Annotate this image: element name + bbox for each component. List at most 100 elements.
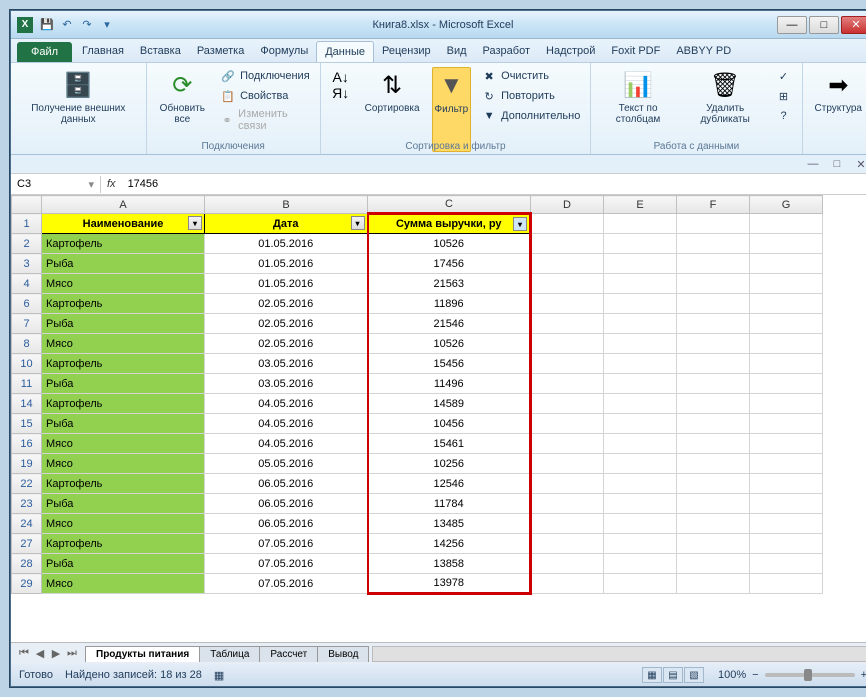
name-box[interactable]: C3 ▾ <box>11 176 101 193</box>
minimize-button[interactable]: — <box>777 16 807 34</box>
file-tab[interactable]: Файл <box>17 42 72 62</box>
header-cell-0[interactable]: Наименование▾ <box>42 214 205 234</box>
prev-sheet-icon[interactable]: ◀ <box>33 647 47 660</box>
cell-a24[interactable]: Мясо <box>42 514 205 534</box>
header-cell-2[interactable]: Сумма выручки, ру▾ <box>368 214 531 234</box>
validation-button[interactable]: ✓ <box>774 67 794 85</box>
connections-button[interactable]: 🔗Подключения <box>218 67 312 85</box>
ribbon-tab-5[interactable]: Рецензир <box>374 41 439 62</box>
redo-icon[interactable]: ↷ <box>79 17 95 33</box>
namebox-dropdown-icon[interactable]: ▾ <box>88 178 94 191</box>
cell-c19[interactable]: 10256 <box>368 454 531 474</box>
edit-links-button[interactable]: ⚭Изменить связи <box>218 107 312 133</box>
cell-b23[interactable]: 06.05.2016 <box>205 494 368 514</box>
ribbon-tab-1[interactable]: Вставка <box>132 41 189 62</box>
ribbon-tab-10[interactable]: ABBYY PD <box>668 41 739 62</box>
cell-a27[interactable]: Картофель <box>42 534 205 554</box>
cell-c6[interactable]: 11896 <box>368 294 531 314</box>
cell-a22[interactable]: Картофель <box>42 474 205 494</box>
cell-a11[interactable]: Рыба <box>42 374 205 394</box>
sort-button[interactable]: ⇅ Сортировка <box>361 67 424 152</box>
cell-b16[interactable]: 04.05.2016 <box>205 434 368 454</box>
cell-a19[interactable]: Мясо <box>42 454 205 474</box>
fx-icon[interactable]: fx <box>107 178 116 190</box>
filter-dropdown-icon[interactable]: ▾ <box>351 216 365 230</box>
cell-b19[interactable]: 05.05.2016 <box>205 454 368 474</box>
filter-dropdown-icon[interactable]: ▾ <box>188 216 202 230</box>
row-header-24[interactable]: 24 <box>12 514 42 534</box>
remove-duplicates-button[interactable]: 🗑 Удалить дубликаты <box>685 67 766 152</box>
ribbon-tab-6[interactable]: Вид <box>439 41 475 62</box>
cell-c24[interactable]: 13485 <box>368 514 531 534</box>
sheet-tab-3[interactable]: Вывод <box>317 646 369 662</box>
row-header-27[interactable]: 27 <box>12 534 42 554</box>
cell-c29[interactable]: 13978 <box>368 574 531 594</box>
properties-button[interactable]: 📋Свойства <box>218 87 312 105</box>
row-header-15[interactable]: 15 <box>12 414 42 434</box>
sheet-tab-2[interactable]: Рассчет <box>259 646 318 662</box>
select-all[interactable] <box>12 196 42 214</box>
cell-b14[interactable]: 04.05.2016 <box>205 394 368 414</box>
zoom-slider[interactable] <box>765 673 855 677</box>
row-header-3[interactable]: 3 <box>12 254 42 274</box>
ribbon-tab-3[interactable]: Формулы <box>252 41 316 62</box>
cell-b11[interactable]: 03.05.2016 <box>205 374 368 394</box>
ribbon-tab-0[interactable]: Главная <box>74 41 132 62</box>
undo-icon[interactable]: ↶ <box>59 17 75 33</box>
horizontal-scrollbar[interactable] <box>372 646 866 662</box>
cell-b28[interactable]: 07.05.2016 <box>205 554 368 574</box>
text-to-columns-button[interactable]: 📊 Текст по столбцам <box>599 67 676 152</box>
cell-a14[interactable]: Картофель <box>42 394 205 414</box>
cell-c10[interactable]: 15456 <box>368 354 531 374</box>
cell-c22[interactable]: 12546 <box>368 474 531 494</box>
pagebreak-view-button[interactable]: ▧ <box>684 667 704 683</box>
header-cell-1[interactable]: Дата▾ <box>205 214 368 234</box>
row-header-8[interactable]: 8 <box>12 334 42 354</box>
last-sheet-icon[interactable]: ⏭ <box>65 647 79 660</box>
refresh-all-button[interactable]: ⟳ Обновить все <box>155 67 211 152</box>
row-header-1[interactable]: 1 <box>12 214 42 234</box>
cell-c16[interactable]: 15461 <box>368 434 531 454</box>
ribbon-tab-2[interactable]: Разметка <box>189 41 253 62</box>
external-data-button[interactable]: 🗄️ Получение внешних данных <box>19 67 138 152</box>
cell-c23[interactable]: 11784 <box>368 494 531 514</box>
cell-c28[interactable]: 13858 <box>368 554 531 574</box>
advanced-filter-button[interactable]: ▼Дополнительно <box>479 107 582 125</box>
cell-c3[interactable]: 17456 <box>368 254 531 274</box>
cell-c7[interactable]: 21546 <box>368 314 531 334</box>
maximize-button[interactable]: □ <box>809 16 839 34</box>
row-header-10[interactable]: 10 <box>12 354 42 374</box>
cell-b29[interactable]: 07.05.2016 <box>205 574 368 594</box>
col-header-D[interactable]: D <box>531 196 604 214</box>
cell-a4[interactable]: Мясо <box>42 274 205 294</box>
cell-a29[interactable]: Мясо <box>42 574 205 594</box>
cell-b15[interactable]: 04.05.2016 <box>205 414 368 434</box>
row-header-29[interactable]: 29 <box>12 574 42 594</box>
next-sheet-icon[interactable]: ▶ <box>49 647 63 660</box>
cell-b4[interactable]: 01.05.2016 <box>205 274 368 294</box>
save-icon[interactable]: 💾 <box>39 17 55 33</box>
ribbon-tab-9[interactable]: Foxit PDF <box>603 41 668 62</box>
whatif-button[interactable]: ? <box>774 107 794 125</box>
normal-view-button[interactable]: ▦ <box>642 667 662 683</box>
cell-b2[interactable]: 01.05.2016 <box>205 234 368 254</box>
cell-a8[interactable]: Мясо <box>42 334 205 354</box>
consolidate-button[interactable]: ⊞ <box>774 87 794 105</box>
col-header-A[interactable]: A <box>42 196 205 214</box>
layout-view-button[interactable]: ▤ <box>663 667 683 683</box>
doc-minimize-icon[interactable]: — <box>805 157 821 171</box>
cell-a16[interactable]: Мясо <box>42 434 205 454</box>
cell-c8[interactable]: 10526 <box>368 334 531 354</box>
row-header-6[interactable]: 6 <box>12 294 42 314</box>
cell-a28[interactable]: Рыба <box>42 554 205 574</box>
cell-a10[interactable]: Картофель <box>42 354 205 374</box>
cell-a15[interactable]: Рыба <box>42 414 205 434</box>
row-header-22[interactable]: 22 <box>12 474 42 494</box>
macro-icon[interactable]: ▦ <box>214 669 224 682</box>
cell-b10[interactable]: 03.05.2016 <box>205 354 368 374</box>
row-header-4[interactable]: 4 <box>12 274 42 294</box>
ribbon-tab-8[interactable]: Надстрой <box>538 41 603 62</box>
col-header-G[interactable]: G <box>750 196 823 214</box>
filter-button[interactable]: ▼ Фильтр <box>432 67 472 152</box>
qat-dropdown-icon[interactable]: ▾ <box>99 17 115 33</box>
